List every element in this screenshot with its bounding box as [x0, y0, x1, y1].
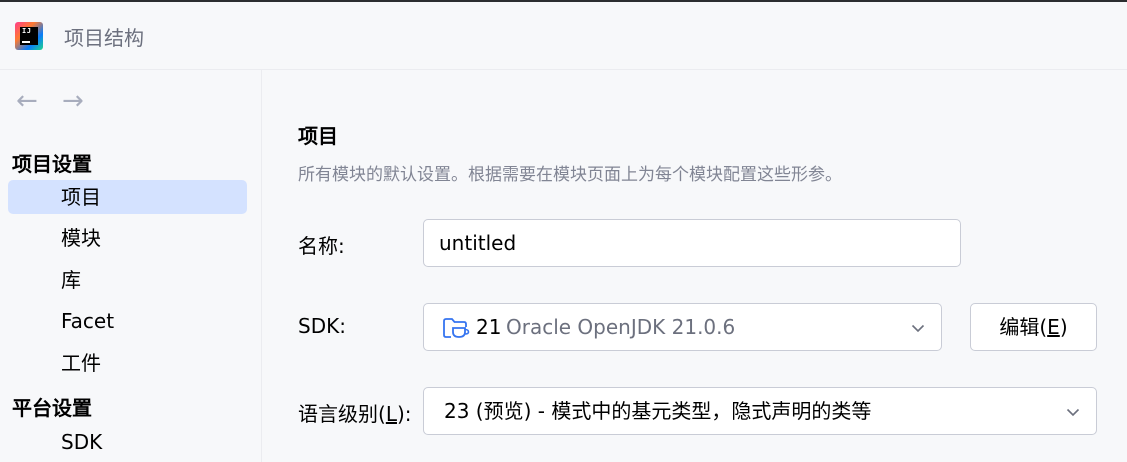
forward-arrow-icon[interactable]: →: [62, 88, 84, 114]
section-header-platform-settings: 平台设置: [12, 396, 92, 420]
project-settings-panel: 项目 所有模块的默认设置。根据需要在模块页面上为每个模块配置这些形参。 名称: …: [262, 70, 1127, 462]
page-title: 项目: [298, 124, 338, 148]
sdk-name: Oracle OpenJDK 21.0.6: [506, 315, 736, 339]
jdk-folder-icon: [443, 318, 470, 338]
section-header-project-settings: 项目设置: [12, 152, 92, 176]
page-description: 所有模块的默认设置。根据需要在模块页面上为每个模块配置这些形参。: [298, 165, 842, 185]
sidebar: ← → 项目设置 项目 模块 库 Facet 工件 平台设置 SDK: [0, 70, 262, 462]
language-level-dropdown[interactable]: 23 (预览) - 模式中的基元类型，隐式声明的类等: [423, 387, 1097, 435]
edit-button-mnemonic: E: [1047, 315, 1060, 339]
language-level-label-text: 语言级别: [298, 402, 378, 426]
chevron-down-icon: [1066, 408, 1080, 417]
language-level-label: 语言级别(L):: [298, 402, 412, 426]
sdk-label: SDK:: [298, 314, 346, 338]
name-label: 名称:: [298, 234, 345, 258]
title-bar: IJ 项目结构: [0, 0, 1127, 70]
sidebar-item-artifacts[interactable]: 工件: [8, 346, 247, 380]
edit-button-text: 编辑: [999, 315, 1040, 339]
sidebar-item-libraries[interactable]: 库: [8, 263, 247, 297]
chevron-down-icon: [911, 324, 925, 333]
language-level-mnemonic: L: [385, 402, 397, 426]
language-level-value: 23 (预览) - 模式中的基元类型，隐式声明的类等: [444, 399, 872, 423]
sidebar-item-modules[interactable]: 模块: [8, 221, 247, 255]
sidebar-item-sdk[interactable]: SDK: [8, 425, 247, 459]
project-name-input[interactable]: untitled: [423, 219, 961, 267]
edit-sdk-button[interactable]: 编辑(E): [970, 303, 1097, 351]
sidebar-item-facet[interactable]: Facet: [8, 304, 247, 338]
back-arrow-icon[interactable]: ←: [16, 88, 38, 114]
sdk-dropdown[interactable]: 21 Oracle OpenJDK 21.0.6: [423, 303, 942, 351]
sidebar-item-project[interactable]: 项目: [8, 180, 247, 214]
intellij-idea-logo-icon: IJ: [15, 22, 43, 50]
window-title: 项目结构: [64, 26, 144, 50]
sdk-version: 21: [476, 315, 502, 339]
